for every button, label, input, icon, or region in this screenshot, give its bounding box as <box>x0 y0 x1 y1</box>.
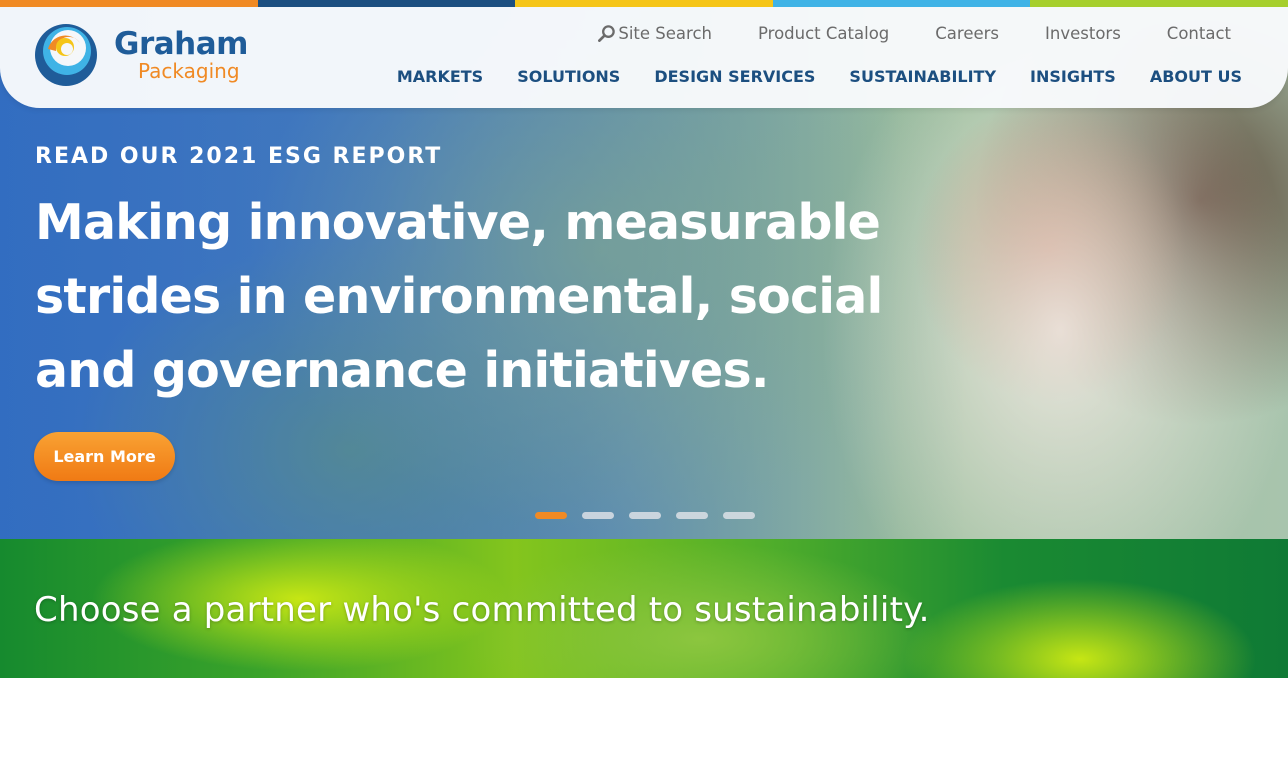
nav-solutions[interactable]: SOLUTIONS <box>517 67 620 86</box>
carousel-dot-4[interactable] <box>676 512 708 519</box>
search-icon <box>598 25 616 42</box>
stripe-segment <box>1030 0 1288 7</box>
main-nav: MARKETS SOLUTIONS DESIGN SERVICES SUSTAI… <box>397 67 1242 86</box>
investors-link[interactable]: Investors <box>1045 24 1121 43</box>
learn-more-button[interactable]: Learn More <box>34 432 175 481</box>
stripe-segment <box>0 0 258 7</box>
nav-sustainability[interactable]: SUSTAINABILITY <box>849 67 996 86</box>
site-header: Graham Packaging Site Search Product Cat… <box>0 7 1288 108</box>
carousel-dot-1[interactable] <box>535 512 567 519</box>
logo-subname: Packaging <box>138 59 240 83</box>
careers-link[interactable]: Careers <box>935 24 999 43</box>
carousel-pagination <box>535 512 770 519</box>
nav-insights[interactable]: INSIGHTS <box>1030 67 1116 86</box>
stripe-segment <box>257 0 516 7</box>
logo[interactable]: Graham Packaging <box>34 23 248 87</box>
sustainability-banner: Choose a partner who's committed to sust… <box>0 539 1288 678</box>
nav-about-us[interactable]: ABOUT US <box>1150 67 1242 86</box>
hero-headline: Making innovative, measurable strides in… <box>35 194 883 399</box>
carousel-dot-3[interactable] <box>629 512 661 519</box>
hero-eyebrow[interactable]: READ OUR 2021 ESG REPORT <box>35 144 442 169</box>
site-search-label: Site Search <box>618 24 712 43</box>
top-color-stripe <box>0 0 1288 7</box>
site-search-link[interactable]: Site Search <box>597 24 712 43</box>
product-catalog-link[interactable]: Product Catalog <box>758 24 889 43</box>
utility-nav: Site Search Product Catalog Careers Inve… <box>597 24 1231 43</box>
contact-link[interactable]: Contact <box>1167 24 1231 43</box>
carousel-dot-5[interactable] <box>723 512 755 519</box>
logo-swirl-icon <box>35 24 97 86</box>
stripe-segment <box>515 0 773 7</box>
nav-markets[interactable]: MARKETS <box>397 67 483 86</box>
carousel-dot-2[interactable] <box>582 512 614 519</box>
nav-design-services[interactable]: DESIGN SERVICES <box>654 67 815 86</box>
stripe-segment <box>772 0 1031 7</box>
banner-text: Choose a partner who's committed to sust… <box>34 590 930 630</box>
logo-name: Graham <box>114 26 248 62</box>
